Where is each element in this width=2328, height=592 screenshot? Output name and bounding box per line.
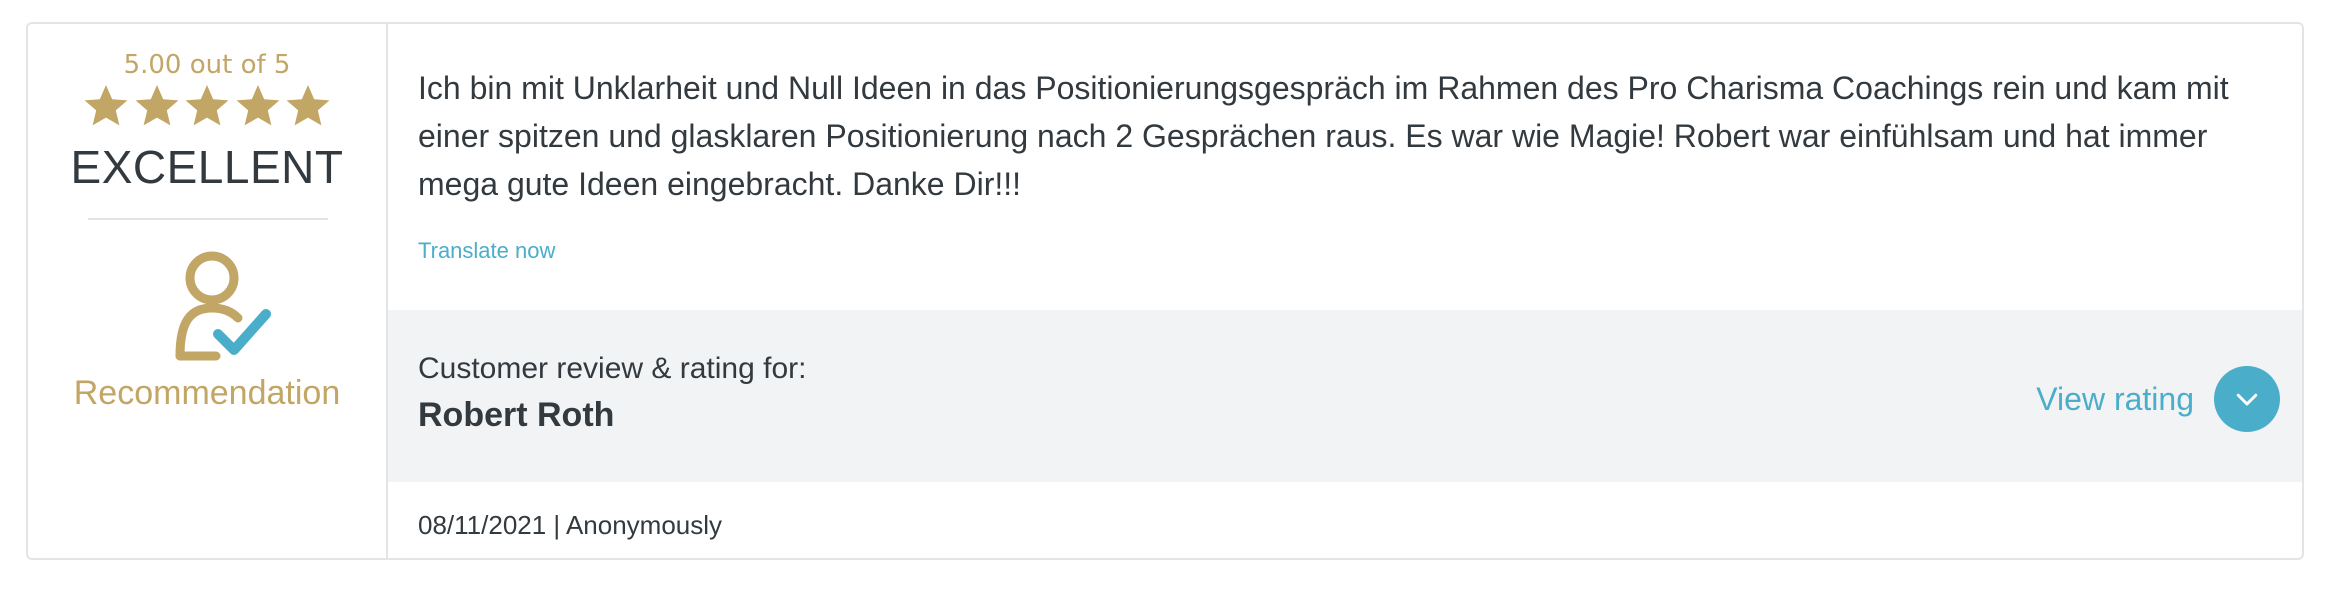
review-subject-label: Customer review & rating for: (418, 352, 807, 385)
rating-verdict: EXCELLENT (70, 141, 344, 193)
star-icon (236, 85, 279, 126)
star-icon (84, 85, 128, 126)
star-icon (135, 85, 178, 126)
rating-panel: 5.00 out of 5 EXCELLENT Recommendation (28, 24, 388, 558)
review-subject-band: Customer review & rating for: Robert Rot… (388, 310, 2302, 482)
review-meta: 08/11/2021 | Anonymously (418, 510, 723, 540)
translate-link[interactable]: Translate now (418, 238, 555, 264)
divider (88, 218, 328, 220)
star-rating (82, 82, 332, 136)
star-icon (185, 85, 229, 126)
review-subject-name[interactable]: Robert Roth (418, 396, 614, 435)
review-text: Ich bin mit Unklarheit und Null Ideen in… (418, 70, 2229, 202)
rating-score: 5.00 out of 5 (123, 50, 291, 80)
view-rating-label[interactable]: View rating (2036, 381, 2194, 418)
star-icon (286, 85, 330, 126)
user-check-icon (175, 251, 271, 361)
view-rating-button[interactable]: View rating (2036, 366, 2280, 432)
expand-button[interactable] (2214, 366, 2280, 432)
chevron-down-icon (2236, 393, 2258, 406)
review-card: 5.00 out of 5 EXCELLENT Recommendation I… (26, 22, 2304, 560)
recommendation-label: Recommendation (73, 374, 341, 412)
